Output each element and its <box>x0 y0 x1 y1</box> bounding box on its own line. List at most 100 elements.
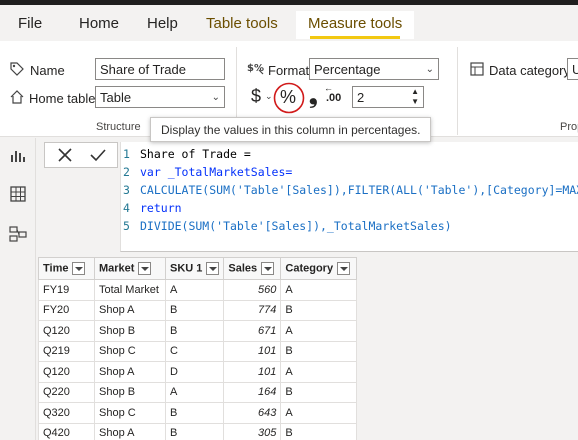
table-cell[interactable]: C <box>164 340 225 362</box>
table-cell[interactable]: B <box>280 381 358 403</box>
report-view-icon[interactable] <box>8 146 28 166</box>
format-select[interactable]: Percentage ⌄ <box>309 58 439 80</box>
chevron-down-icon: ⌄ <box>425 64 434 75</box>
home-table-value: Table <box>100 90 132 105</box>
filter-dropdown-icon[interactable] <box>337 262 351 275</box>
table-cell[interactable]: A <box>280 402 358 424</box>
table-cell[interactable]: A <box>280 320 358 342</box>
table-cell[interactable]: Q420 <box>38 422 95 440</box>
ribbon-divider <box>457 47 458 135</box>
decimal-places-stepper[interactable]: 2 ▲ ▼ <box>352 86 424 108</box>
table-cell[interactable]: A <box>164 381 225 403</box>
column-header-category[interactable]: Category <box>280 257 358 280</box>
table-cell[interactable]: Total Market <box>94 279 166 301</box>
menu-bar: File Home Help Table tools Measure tools <box>0 5 578 41</box>
decimal-adjust-button[interactable]: ← .00 <box>324 83 346 108</box>
table-row: FY20 Shop A B 774 B <box>38 299 358 321</box>
column-header-time[interactable]: Time <box>38 257 95 280</box>
model-view-icon[interactable] <box>8 224 28 244</box>
table-cell[interactable]: Q320 <box>38 402 95 424</box>
stepper-up-icon[interactable]: ▲ <box>411 87 419 96</box>
line-number: 4 <box>123 201 130 215</box>
table-cell[interactable]: 560 <box>223 279 282 301</box>
table-cell[interactable]: B <box>164 422 225 440</box>
data-category-select[interactable]: U <box>567 58 578 80</box>
home-table-select[interactable]: Table ⌄ <box>95 86 225 108</box>
table-cell[interactable]: 101 <box>223 361 282 383</box>
home-icon <box>10 90 24 104</box>
column-header-market[interactable]: Market <box>94 257 166 280</box>
decimal-icon: .00 <box>326 92 342 104</box>
tab-measure-tools[interactable]: Measure tools <box>296 11 415 39</box>
percent-button[interactable]: % <box>273 82 305 114</box>
code-line: var _TotalMarketSales= <box>140 165 293 179</box>
table-cell[interactable]: A <box>164 279 225 301</box>
table-cell[interactable]: Shop A <box>94 299 166 321</box>
tab-help[interactable]: Help <box>147 15 178 32</box>
table-cell[interactable]: 643 <box>223 402 282 424</box>
filter-dropdown-icon[interactable] <box>206 262 220 275</box>
table-cell[interactable]: FY19 <box>38 279 95 301</box>
table-cell[interactable]: B <box>164 299 225 321</box>
commit-icon[interactable] <box>89 147 107 163</box>
table-cell[interactable]: 164 <box>223 381 282 403</box>
table-cell[interactable]: B <box>164 402 225 424</box>
table-cell[interactable]: 101 <box>223 340 282 362</box>
table-cell[interactable]: Q120 <box>38 361 95 383</box>
filter-dropdown-icon[interactable] <box>261 262 275 275</box>
table-cell[interactable]: B <box>280 422 358 440</box>
filter-dropdown-icon[interactable] <box>72 262 86 275</box>
table-cell[interactable]: Shop A <box>94 361 166 383</box>
table-cell[interactable]: 671 <box>223 320 282 342</box>
column-header-label: Sales <box>228 262 258 275</box>
formula-bar: 1 2 3 4 5 Share of Trade = var _TotalMar… <box>36 138 578 254</box>
chevron-down-icon: ⌄ <box>211 92 220 103</box>
table-cell[interactable]: Q220 <box>38 381 95 403</box>
column-header-sales[interactable]: Sales <box>223 257 282 280</box>
view-nav <box>0 138 36 440</box>
column-header-sku[interactable]: SKU 1 <box>164 257 225 280</box>
structure-group-label: Structure <box>96 121 141 133</box>
stepper-down-icon[interactable]: ▼ <box>411 97 419 106</box>
table-cell[interactable]: B <box>164 320 225 342</box>
table-cell[interactable]: Shop C <box>94 402 166 424</box>
table-cell[interactable]: Shop C <box>94 340 166 362</box>
line-number: 1 <box>123 147 130 161</box>
currency-chevron-icon[interactable]: ⌄ <box>265 91 273 102</box>
comma-style-button[interactable]: ❟ <box>309 83 318 109</box>
filter-dropdown-icon[interactable] <box>138 262 152 275</box>
line-number: 2 <box>123 165 130 179</box>
table-cell[interactable]: Shop B <box>94 381 166 403</box>
column-header-label: Category <box>285 262 334 275</box>
table-cell[interactable]: Q219 <box>38 340 95 362</box>
tab-table-tools[interactable]: Table tools <box>206 15 278 32</box>
properties-group-label: Prop <box>560 121 578 133</box>
table-cell[interactable]: 774 <box>223 299 282 321</box>
column-header-label: Time <box>43 262 69 275</box>
tab-home[interactable]: Home <box>79 15 119 32</box>
active-tab-indicator <box>310 36 401 39</box>
header-row: Time Market SKU 1 Sales Category <box>38 257 358 280</box>
table-cell[interactable]: D <box>164 361 225 383</box>
code-line: DIVIDE(SUM('Table'[Sales]),_TotalMarketS… <box>140 219 452 233</box>
data-category-icon <box>470 62 484 76</box>
format-icon: $% <box>247 63 264 75</box>
tag-icon <box>10 62 24 76</box>
table-cell[interactable]: A <box>280 361 358 383</box>
cancel-icon[interactable] <box>57 147 73 163</box>
currency-button[interactable]: $ <box>251 86 261 107</box>
table-cell[interactable]: FY20 <box>38 299 95 321</box>
table-cell[interactable]: B <box>280 299 358 321</box>
name-input[interactable]: Share of Trade <box>95 58 225 80</box>
table-cell[interactable]: B <box>280 340 358 362</box>
data-view-icon[interactable] <box>8 184 28 204</box>
dax-editor[interactable]: 1 2 3 4 5 Share of Trade = var _TotalMar… <box>120 142 578 252</box>
table-cell[interactable]: Q120 <box>38 320 95 342</box>
format-value: Percentage <box>314 62 381 77</box>
tab-file[interactable]: File <box>18 15 42 32</box>
table-cell[interactable]: Shop B <box>94 320 166 342</box>
table-cell[interactable]: A <box>280 279 358 301</box>
table-cell[interactable]: 305 <box>223 422 282 440</box>
home-table-label: Home table <box>29 91 96 106</box>
table-cell[interactable]: Shop A <box>94 422 166 440</box>
